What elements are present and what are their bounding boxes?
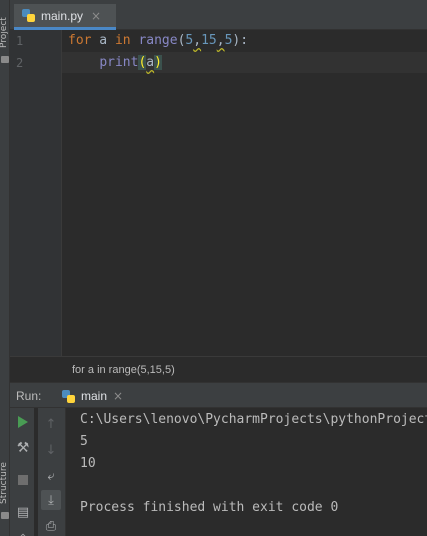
layout-button[interactable]: ▤: [13, 502, 33, 522]
identifier: a: [146, 55, 155, 70]
scroll-up-button[interactable]: ↑: [41, 414, 61, 434]
style-warning: ,: [216, 33, 225, 48]
play-icon: [18, 416, 28, 428]
wrench-icon: ⚒: [16, 440, 30, 456]
editor-gutter: 1 2: [10, 30, 62, 356]
code-line-2[interactable]: print(a): [68, 55, 162, 70]
soft-wrap-icon: ⤶: [47, 468, 55, 484]
soft-wrap-button[interactable]: ⤶: [41, 466, 61, 486]
edit-config-button[interactable]: ⚒: [13, 438, 33, 458]
scroll-to-end-icon: ⤓: [48, 492, 54, 508]
layout-icon: ▤: [16, 504, 30, 520]
run-toolbar-primary: ⚒ ▤ ◈: [10, 408, 34, 536]
print-icon: ⎙: [45, 518, 57, 534]
identifier: a: [91, 33, 115, 48]
keyword: for: [68, 33, 92, 48]
tab-main-py[interactable]: main.py ×: [14, 4, 116, 30]
line-number: 2: [16, 56, 24, 70]
breadcrumb-item[interactable]: for a in range(5,15,5): [72, 364, 175, 376]
editor-tab-bar: main.py ×: [10, 0, 427, 30]
run-toolbar-secondary: ↑ ↓ ⤶ ⤓ ⎙: [38, 408, 66, 536]
keyword: in: [114, 33, 131, 48]
console-line: 5: [80, 434, 88, 449]
python-file-icon: [22, 9, 35, 22]
project-glyph-icon: [1, 56, 9, 63]
console-line: Process finished with exit code 0: [80, 500, 339, 515]
run-tab-label: main: [81, 389, 108, 403]
arrow-down-icon: ↓: [45, 442, 57, 458]
print-button[interactable]: ⎙: [41, 516, 61, 536]
console-line: C:\Users\lenovo\PycharmProjects\pythonPr…: [80, 412, 427, 427]
pin-button[interactable]: ◈: [13, 528, 33, 536]
left-tool-strip: Project Structure: [0, 0, 10, 536]
line-number: 1: [16, 34, 24, 48]
pycharm-window: Project Structure main.py × 1 2 for a in…: [0, 0, 427, 536]
close-tab-icon[interactable]: ×: [91, 9, 101, 23]
number-literal: 15: [201, 33, 217, 48]
code-line-1[interactable]: for a in range(5,15,5):: [68, 33, 248, 48]
stop-button[interactable]: [13, 470, 33, 490]
run-label: Run:: [16, 389, 42, 403]
run-config-tab[interactable]: main ×: [58, 383, 140, 409]
stop-icon: [18, 475, 28, 485]
scroll-down-button[interactable]: ↓: [41, 440, 61, 460]
breadcrumb[interactable]: for a in range(5,15,5): [10, 356, 427, 382]
structure-glyph-icon: [1, 512, 9, 519]
tab-label: main.py: [41, 8, 84, 23]
rerun-button[interactable]: [13, 412, 33, 432]
close-run-tab-icon[interactable]: ×: [113, 389, 123, 403]
builtin-function: print: [99, 55, 139, 70]
style-warning: ,: [193, 33, 202, 48]
matched-paren: ): [154, 55, 162, 70]
console-output[interactable]: C:\Users\lenovo\PycharmProjects\pythonPr…: [66, 408, 427, 536]
python-run-icon: [62, 389, 75, 403]
builtin-function: range: [138, 33, 178, 48]
console-line: 10: [80, 456, 96, 471]
scroll-to-end-button[interactable]: ⤓: [41, 490, 61, 510]
pin-icon: ◈: [18, 531, 28, 536]
run-tool-header: Run: main ×: [10, 382, 427, 408]
arrow-up-icon: ↑: [45, 416, 57, 432]
code-editor[interactable]: for a in range(5,15,5): print(a): [62, 30, 427, 356]
